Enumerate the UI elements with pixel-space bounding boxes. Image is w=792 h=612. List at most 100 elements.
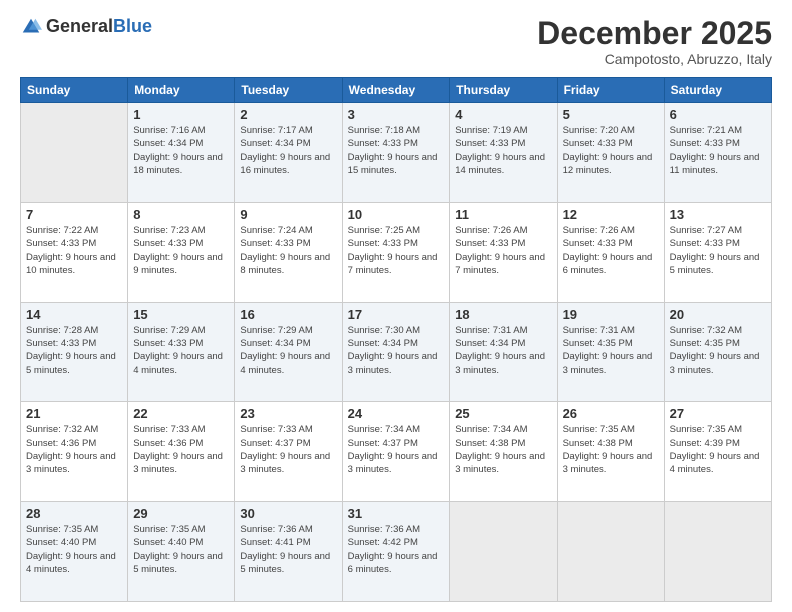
header: GeneralBlue December 2025 Campotosto, Ab…	[20, 16, 772, 67]
calendar-cell: 31 Sunrise: 7:36 AMSunset: 4:42 PMDayligh…	[342, 502, 450, 602]
calendar-cell: 4Sunrise: 7:19 AMSunset: 4:33 PMDaylight…	[450, 103, 557, 203]
day-number: 24	[348, 406, 445, 421]
calendar-week-row: 1Sunrise: 7:16 AMSunset: 4:34 PMDaylight…	[21, 103, 772, 203]
day-number: 3	[348, 107, 445, 122]
calendar-cell: 21 Sunrise: 7:32 AMSunset: 4:36 PMDayligh…	[21, 402, 128, 502]
weekday-header: Saturday	[664, 78, 771, 103]
calendar-cell: 15 Sunrise: 7:29 AMSunset: 4:33 PMDayligh…	[128, 302, 235, 402]
weekday-header: Monday	[128, 78, 235, 103]
calendar-cell: 29 Sunrise: 7:35 AMSunset: 4:40 PMDayligh…	[128, 502, 235, 602]
calendar-cell	[557, 502, 664, 602]
day-info: Sunrise: 7:35 AMSunset: 4:40 PMDaylight:…	[133, 523, 229, 576]
day-info: Sunrise: 7:32 AMSunset: 4:35 PMDaylight:…	[670, 324, 766, 377]
day-number: 26	[563, 406, 659, 421]
logo-blue: Blue	[113, 16, 152, 36]
day-info: Sunrise: 7:31 AMSunset: 4:35 PMDaylight:…	[563, 324, 659, 377]
title-section: December 2025 Campotosto, Abruzzo, Italy	[537, 16, 772, 67]
day-info: Sunrise: 7:25 AMSunset: 4:33 PMDaylight:…	[348, 224, 445, 277]
day-info: Sunrise: 7:26 AMSunset: 4:33 PMDaylight:…	[455, 224, 551, 277]
day-info: Sunrise: 7:35 AMSunset: 4:39 PMDaylight:…	[670, 423, 766, 476]
calendar-cell: 28 Sunrise: 7:35 AMSunset: 4:40 PMDayligh…	[21, 502, 128, 602]
calendar-cell	[450, 502, 557, 602]
calendar-cell	[21, 103, 128, 203]
day-info: Sunrise: 7:16 AMSunset: 4:34 PMDaylight:…	[133, 124, 229, 177]
calendar-cell: 19Sunrise: 7:31 AMSunset: 4:35 PMDayligh…	[557, 302, 664, 402]
weekday-header: Tuesday	[235, 78, 342, 103]
day-info: Sunrise: 7:26 AMSunset: 4:33 PMDaylight:…	[563, 224, 659, 277]
calendar-cell: 1Sunrise: 7:16 AMSunset: 4:34 PMDaylight…	[128, 103, 235, 203]
day-info: Sunrise: 7:34 AMSunset: 4:37 PMDaylight:…	[348, 423, 445, 476]
calendar: SundayMondayTuesdayWednesdayThursdayFrid…	[20, 77, 772, 602]
day-number: 27	[670, 406, 766, 421]
calendar-cell: 14 Sunrise: 7:28 AMSunset: 4:33 PMDayligh…	[21, 302, 128, 402]
day-number: 29	[133, 506, 229, 521]
day-info: Sunrise: 7:23 AMSunset: 4:33 PMDaylight:…	[133, 224, 229, 277]
location: Campotosto, Abruzzo, Italy	[537, 51, 772, 67]
day-number: 6	[670, 107, 766, 122]
calendar-cell: 3 Sunrise: 7:18 AMSunset: 4:33 PMDaylight…	[342, 103, 450, 203]
calendar-week-row: 21 Sunrise: 7:32 AMSunset: 4:36 PMDayligh…	[21, 402, 772, 502]
calendar-cell: 16Sunrise: 7:29 AMSunset: 4:34 PMDayligh…	[235, 302, 342, 402]
logo: GeneralBlue	[20, 16, 152, 38]
calendar-cell: 2Sunrise: 7:17 AMSunset: 4:34 PMDaylight…	[235, 103, 342, 203]
day-number: 30	[240, 506, 336, 521]
calendar-cell: 18 Sunrise: 7:31 AMSunset: 4:34 PMDayligh…	[450, 302, 557, 402]
weekday-header: Sunday	[21, 78, 128, 103]
day-number: 13	[670, 207, 766, 222]
day-number: 8	[133, 207, 229, 222]
day-number: 20	[670, 307, 766, 322]
day-info: Sunrise: 7:36 AMSunset: 4:42 PMDaylight:…	[348, 523, 445, 576]
day-number: 14	[26, 307, 122, 322]
day-info: Sunrise: 7:18 AMSunset: 4:33 PMDaylight:…	[348, 124, 445, 177]
calendar-cell: 17 Sunrise: 7:30 AMSunset: 4:34 PMDayligh…	[342, 302, 450, 402]
calendar-cell: 11Sunrise: 7:26 AMSunset: 4:33 PMDayligh…	[450, 202, 557, 302]
calendar-cell: 9Sunrise: 7:24 AMSunset: 4:33 PMDaylight…	[235, 202, 342, 302]
day-number: 12	[563, 207, 659, 222]
day-number: 2	[240, 107, 336, 122]
day-info: Sunrise: 7:34 AMSunset: 4:38 PMDaylight:…	[455, 423, 551, 476]
day-number: 31	[348, 506, 445, 521]
calendar-cell: 12 Sunrise: 7:26 AMSunset: 4:33 PMDayligh…	[557, 202, 664, 302]
calendar-cell: 22Sunrise: 7:33 AMSunset: 4:36 PMDayligh…	[128, 402, 235, 502]
day-info: Sunrise: 7:35 AMSunset: 4:40 PMDaylight:…	[26, 523, 122, 576]
day-info: Sunrise: 7:22 AMSunset: 4:33 PMDaylight:…	[26, 224, 122, 277]
day-number: 18	[455, 307, 551, 322]
day-info: Sunrise: 7:29 AMSunset: 4:34 PMDaylight:…	[240, 324, 336, 377]
weekday-header-row: SundayMondayTuesdayWednesdayThursdayFrid…	[21, 78, 772, 103]
day-info: Sunrise: 7:36 AMSunset: 4:41 PMDaylight:…	[240, 523, 336, 576]
calendar-cell: 26 Sunrise: 7:35 AMSunset: 4:38 PMDayligh…	[557, 402, 664, 502]
logo-general: General	[46, 16, 113, 36]
calendar-cell: 5 Sunrise: 7:20 AMSunset: 4:33 PMDaylight…	[557, 103, 664, 203]
day-info: Sunrise: 7:32 AMSunset: 4:36 PMDaylight:…	[26, 423, 122, 476]
calendar-cell: 27 Sunrise: 7:35 AMSunset: 4:39 PMDayligh…	[664, 402, 771, 502]
day-info: Sunrise: 7:24 AMSunset: 4:33 PMDaylight:…	[240, 224, 336, 277]
calendar-cell	[664, 502, 771, 602]
day-number: 5	[563, 107, 659, 122]
calendar-week-row: 28 Sunrise: 7:35 AMSunset: 4:40 PMDayligh…	[21, 502, 772, 602]
day-number: 4	[455, 107, 551, 122]
day-info: Sunrise: 7:29 AMSunset: 4:33 PMDaylight:…	[133, 324, 229, 377]
day-info: Sunrise: 7:30 AMSunset: 4:34 PMDaylight:…	[348, 324, 445, 377]
calendar-cell: 7 Sunrise: 7:22 AMSunset: 4:33 PMDaylight…	[21, 202, 128, 302]
weekday-header: Wednesday	[342, 78, 450, 103]
day-number: 17	[348, 307, 445, 322]
day-info: Sunrise: 7:33 AMSunset: 4:36 PMDaylight:…	[133, 423, 229, 476]
calendar-cell: 6Sunrise: 7:21 AMSunset: 4:33 PMDaylight…	[664, 103, 771, 203]
day-info: Sunrise: 7:35 AMSunset: 4:38 PMDaylight:…	[563, 423, 659, 476]
day-number: 21	[26, 406, 122, 421]
day-info: Sunrise: 7:27 AMSunset: 4:33 PMDaylight:…	[670, 224, 766, 277]
month-title: December 2025	[537, 16, 772, 51]
weekday-header: Thursday	[450, 78, 557, 103]
day-info: Sunrise: 7:28 AMSunset: 4:33 PMDaylight:…	[26, 324, 122, 377]
calendar-cell: 13 Sunrise: 7:27 AMSunset: 4:33 PMDayligh…	[664, 202, 771, 302]
day-number: 15	[133, 307, 229, 322]
weekday-header: Friday	[557, 78, 664, 103]
day-number: 28	[26, 506, 122, 521]
day-number: 7	[26, 207, 122, 222]
day-info: Sunrise: 7:31 AMSunset: 4:34 PMDaylight:…	[455, 324, 551, 377]
calendar-cell: 30 Sunrise: 7:36 AMSunset: 4:41 PMDayligh…	[235, 502, 342, 602]
calendar-cell: 20 Sunrise: 7:32 AMSunset: 4:35 PMDayligh…	[664, 302, 771, 402]
day-info: Sunrise: 7:20 AMSunset: 4:33 PMDaylight:…	[563, 124, 659, 177]
day-number: 10	[348, 207, 445, 222]
calendar-cell: 8 Sunrise: 7:23 AMSunset: 4:33 PMDaylight…	[128, 202, 235, 302]
